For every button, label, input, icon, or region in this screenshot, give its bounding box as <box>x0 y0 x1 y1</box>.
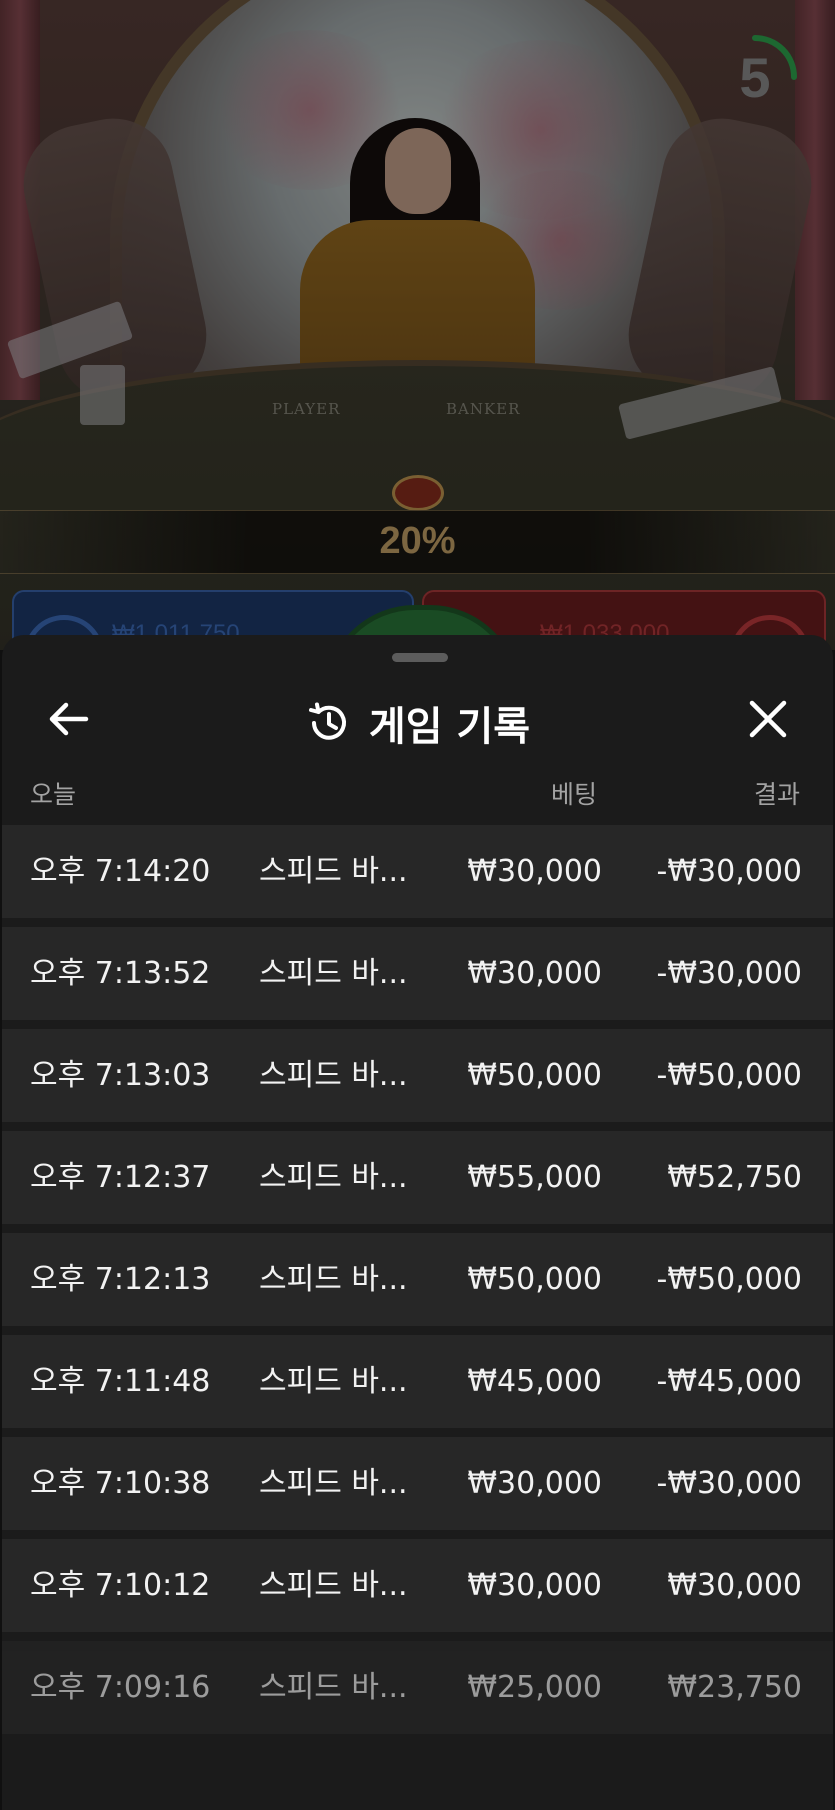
row-game: 스피드 바... <box>259 1568 408 1603</box>
sheet-header: 게임 기록 <box>2 675 833 771</box>
row-time: 오후 7:13:52 <box>30 956 211 991</box>
row-game: 스피드 바... <box>259 1262 408 1297</box>
arrow-left-icon <box>49 702 89 736</box>
game-history-sheet: 게임 기록 오늘 베팅 결과 오후 7:14:20 스피드 바... ₩30,0… <box>2 635 833 1810</box>
sheet-grabber[interactable] <box>392 653 448 662</box>
row-time: 오후 7:09:16 <box>30 1670 211 1705</box>
row-time: 오후 7:12:37 <box>30 1160 211 1195</box>
history-row[interactable]: 오후 7:12:13 스피드 바... ₩50,000 -₩50,000 <box>2 1233 833 1326</box>
history-row[interactable]: 오후 7:11:48 스피드 바... ₩45,000 -₩45,000 <box>2 1335 833 1428</box>
column-result: 결과 <box>754 780 801 809</box>
row-bet: ₩25,000 <box>467 1670 602 1705</box>
row-bet: ₩30,000 <box>467 956 602 991</box>
row-time: 오후 7:12:13 <box>30 1262 211 1297</box>
column-bet: 베팅 <box>551 780 598 809</box>
row-bet: ₩30,000 <box>467 1568 602 1603</box>
close-icon <box>749 700 787 738</box>
row-bet: ₩55,000 <box>467 1160 602 1195</box>
row-game: 스피드 바... <box>259 1160 408 1195</box>
history-row[interactable]: 오후 7:10:38 스피드 바... ₩30,000 -₩30,000 <box>2 1437 833 1530</box>
row-time: 오후 7:10:38 <box>30 1466 211 1501</box>
row-game: 스피드 바... <box>259 956 408 991</box>
column-date: 오늘 <box>30 780 77 809</box>
sheet-title: 게임 기록 <box>368 704 531 750</box>
row-time: 오후 7:13:03 <box>30 1058 211 1093</box>
row-game: 스피드 바... <box>259 1058 408 1093</box>
row-game: 스피드 바... <box>259 1364 408 1399</box>
row-result: -₩30,000 <box>656 1466 802 1501</box>
back-button[interactable] <box>38 689 98 749</box>
row-result: -₩50,000 <box>656 1058 802 1093</box>
row-result: -₩45,000 <box>656 1364 802 1399</box>
history-row[interactable]: 오후 7:09:16 스피드 바... ₩25,000 ₩23,750 <box>2 1641 833 1734</box>
row-game: 스피드 바... <box>259 1670 408 1705</box>
sheet-title-group: 게임 기록 <box>2 675 833 771</box>
row-result: -₩30,000 <box>656 854 802 889</box>
close-button[interactable] <box>738 689 798 749</box>
row-result: ₩23,750 <box>667 1670 802 1705</box>
row-bet: ₩50,000 <box>467 1058 602 1093</box>
row-game: 스피드 바... <box>259 854 408 889</box>
row-bet: ₩45,000 <box>467 1364 602 1399</box>
row-bet: ₩50,000 <box>467 1262 602 1297</box>
history-row[interactable]: 오후 7:12:37 스피드 바... ₩55,000 ₩52,750 <box>2 1131 833 1224</box>
row-game: 스피드 바... <box>259 1466 408 1501</box>
game-page: PLAYER BANKER 5 20% ₩1,011,750 ₩1,033,00… <box>0 0 835 1810</box>
history-row[interactable]: 오후 7:13:52 스피드 바... ₩30,000 -₩30,000 <box>2 927 833 1020</box>
history-row[interactable]: 오후 7:13:03 스피드 바... ₩50,000 -₩50,000 <box>2 1029 833 1122</box>
row-time: 오후 7:10:12 <box>30 1568 211 1603</box>
row-result: -₩50,000 <box>656 1262 802 1297</box>
row-bet: ₩30,000 <box>467 854 602 889</box>
row-time: 오후 7:14:20 <box>30 854 211 889</box>
history-icon <box>308 702 346 740</box>
row-time: 오후 7:11:48 <box>30 1364 211 1399</box>
row-result: ₩52,750 <box>667 1160 802 1195</box>
history-row[interactable]: 오후 7:14:20 스피드 바... ₩30,000 -₩30,000 <box>2 825 833 918</box>
history-list: 오후 7:14:20 스피드 바... ₩30,000 -₩30,000 오후 … <box>2 825 833 1743</box>
row-result: -₩30,000 <box>656 956 802 991</box>
history-row[interactable]: 오후 7:10:12 스피드 바... ₩30,000 ₩30,000 <box>2 1539 833 1632</box>
row-result: ₩30,000 <box>667 1568 802 1603</box>
row-bet: ₩30,000 <box>467 1466 602 1501</box>
